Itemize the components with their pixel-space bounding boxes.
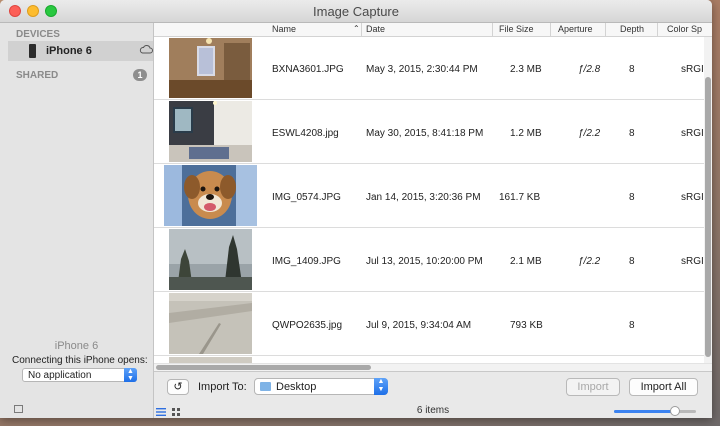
file-size: 793 KB (510, 320, 543, 331)
column-file-size[interactable]: File Size (499, 24, 534, 34)
photo-thumbnail (169, 229, 252, 290)
file-aperture: ƒ/2.2 (578, 256, 601, 267)
file-color-space: sRGI (681, 192, 704, 203)
window-title: Image Capture (313, 4, 399, 19)
file-name: ESWL4208.jpg (272, 128, 339, 139)
photo-thumbnail (169, 293, 252, 354)
table-row[interactable]: QWPO2635.jpg Jul 9, 2015, 9:34:04 AM 793… (154, 292, 704, 356)
column-aperture[interactable]: Aperture (558, 24, 593, 34)
sidebar: DEVICES iPhone 6 SHARED 1 iPhone 6 Conne… (0, 23, 154, 418)
table-row[interactable]: BXNA3601.JPG May 3, 2015, 2:30:44 PM 2.3… (154, 37, 704, 100)
file-color-space: sRGI (681, 256, 704, 267)
shared-count-badge: 1 (133, 69, 147, 81)
file-date: May 30, 2015, 8:41:18 PM (366, 128, 484, 139)
file-size: 2.1 MB (510, 256, 542, 267)
file-date: Jul 13, 2015, 10:20:00 PM (366, 256, 483, 267)
column-color-space[interactable]: Color Sp (667, 24, 702, 34)
file-size: 1.2 MB (510, 128, 542, 139)
slider-knob[interactable] (670, 406, 680, 416)
vertical-scrollbar[interactable] (704, 37, 712, 363)
slider-fill (614, 410, 675, 413)
thumbnail-size-slider[interactable] (614, 406, 696, 416)
file-name: QWPO2635.jpg (272, 320, 343, 331)
file-depth: 8 (629, 192, 635, 203)
file-date: May 3, 2015, 2:30:44 PM (366, 64, 478, 75)
table-row[interactable]: IMG_0574.JPG Jan 14, 2015, 3:20:36 PM 16… (154, 164, 704, 228)
rows-container: BXNA3601.JPG May 3, 2015, 2:30:44 PM 2.3… (154, 37, 712, 363)
column-depth[interactable]: Depth (620, 24, 644, 34)
photo-thumbnail (169, 38, 252, 98)
devices-header: DEVICES (16, 29, 60, 40)
file-color-space: sRGI (681, 128, 704, 139)
select-arrows-icon: ▲ ▼ (124, 368, 137, 382)
select-arrows-icon: ▲ ▼ (374, 378, 388, 395)
file-date: Jan 14, 2015, 3:20:36 PM (366, 192, 481, 203)
device-name: iPhone 6 (46, 45, 92, 57)
import-all-button[interactable]: Import All (629, 378, 698, 396)
import-to-label: Import To: (198, 381, 247, 393)
file-name: IMG_0574.JPG (272, 192, 341, 203)
iphone-icon (29, 44, 36, 58)
file-depth: 8 (629, 320, 635, 331)
file-depth: 8 (629, 128, 635, 139)
rotate-icon: ↺ (173, 381, 183, 393)
connect-app-value: No application (28, 370, 92, 381)
table-row[interactable] (154, 356, 704, 363)
file-size: 161.7 KB (499, 192, 541, 203)
column-name[interactable]: Name (272, 24, 296, 34)
file-color-space: sRGI (681, 64, 704, 75)
sort-ascending-icon: ⌃ (353, 24, 360, 33)
file-list: Name ⌃ Date File Size Aperture Depth Col… (154, 23, 712, 418)
bottom-toolbar: ↺ Import To: Desktop ▲ ▼ Import Import Al… (154, 371, 712, 418)
table-row[interactable]: ESWL4208.jpg May 30, 2015, 8:41:18 PM 1.… (154, 100, 704, 164)
file-size: 2.3 MB (510, 64, 542, 75)
import-destination-value: Desktop (276, 381, 317, 393)
folder-icon (260, 382, 271, 391)
file-date: Jul 9, 2015, 9:34:04 AM (366, 320, 472, 331)
photo-thumbnail (169, 101, 252, 162)
connect-app-select[interactable]: No application ▲ ▼ (22, 368, 137, 382)
photo-thumbnail (164, 165, 257, 226)
hide-sidebar-icon[interactable] (14, 405, 23, 413)
title-bar: Image Capture (0, 0, 712, 23)
shared-header: SHARED (16, 70, 59, 81)
vertical-scroll-thumb[interactable] (705, 77, 711, 357)
file-name: BXNA3601.JPG (272, 64, 344, 75)
selected-device-name: iPhone 6 (54, 340, 99, 352)
file-depth: 8 (629, 64, 635, 75)
file-depth: 8 (629, 256, 635, 267)
sidebar-item-iphone[interactable]: iPhone 6 (8, 41, 153, 61)
rotate-button[interactable]: ↺ (167, 379, 189, 395)
cloud-icon[interactable] (139, 44, 153, 54)
table-row[interactable]: IMG_1409.JPG Jul 13, 2015, 10:20:00 PM 2… (154, 228, 704, 292)
file-name: IMG_1409.JPG (272, 256, 341, 267)
file-aperture: ƒ/2.2 (578, 128, 601, 139)
column-date[interactable]: Date (366, 24, 385, 34)
horizontal-scroll-thumb[interactable] (156, 365, 371, 370)
column-header: Name ⌃ Date File Size Aperture Depth Col… (154, 23, 712, 37)
image-capture-window: Image Capture DEVICES iPhone 6 SHARED 1 … (0, 0, 712, 418)
file-aperture: ƒ/2.8 (578, 64, 601, 75)
connect-opens-label: Connecting this iPhone opens: (12, 355, 148, 366)
import-destination-select[interactable]: Desktop ▲ ▼ (254, 378, 388, 395)
import-button[interactable]: Import (566, 378, 620, 396)
